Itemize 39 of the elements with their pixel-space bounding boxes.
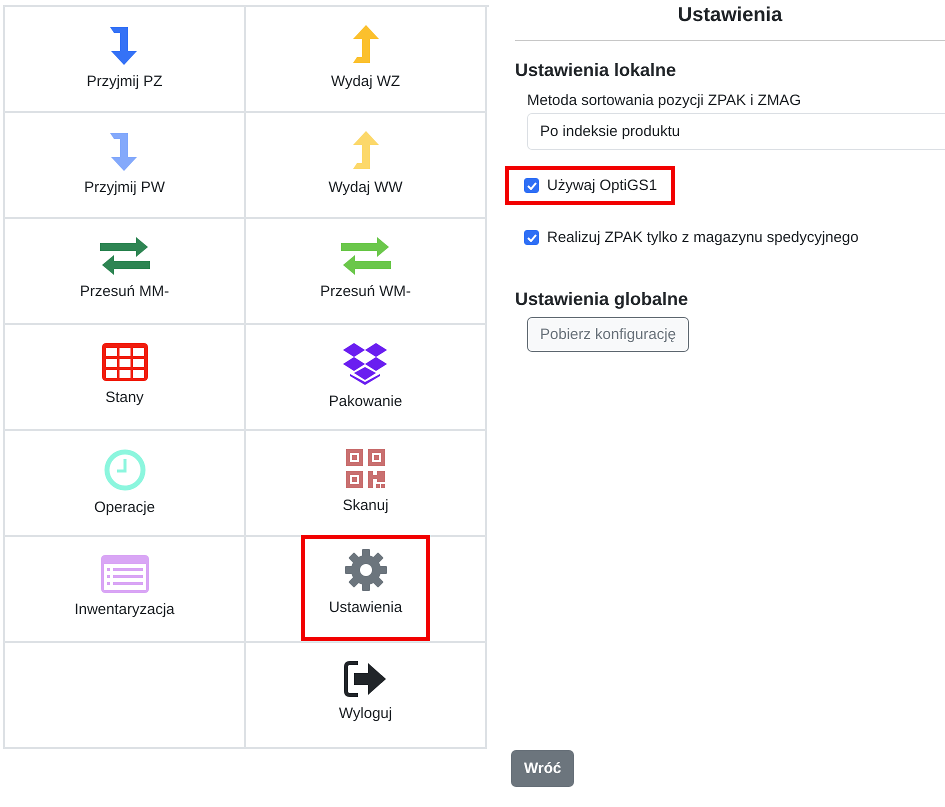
menu-tile[interactable]: Przesuń MM- bbox=[56, 219, 194, 323]
logout-icon bbox=[344, 661, 388, 697]
menu-tile[interactable]: Wydaj WZ bbox=[306, 7, 424, 111]
clock-icon bbox=[104, 449, 146, 491]
menu-tile[interactable]: Przesuń WM- bbox=[296, 219, 435, 323]
panel-title: Ustawienia bbox=[676, 4, 784, 27]
section-heading: Ustawienia lokalne bbox=[515, 60, 678, 81]
qr-code-icon bbox=[346, 449, 386, 489]
checkbox-row[interactable]: Używaj OptiGS1 bbox=[505, 166, 676, 205]
menu-tile[interactable]: Operacje bbox=[70, 431, 179, 535]
menu-tile[interactable]: Inwentaryzacja bbox=[50, 537, 199, 641]
table-icon bbox=[102, 343, 148, 381]
menu-tile[interactable]: Skanuj bbox=[318, 431, 412, 535]
menu-tile[interactable]: Przyjmij PZ bbox=[62, 7, 186, 111]
checkbox-row[interactable]: Realizuj ZPAK tylko z magazynu spedycyjnego bbox=[505, 218, 877, 257]
sort-select[interactable]: Po indeksie produktu bbox=[527, 113, 945, 150]
arrow-down-icon bbox=[110, 131, 138, 171]
swap-arrows-icon bbox=[340, 237, 390, 275]
menu-tile[interactable]: Pakowanie bbox=[304, 325, 426, 429]
menu-tile[interactable]: Wydaj WW bbox=[304, 113, 427, 217]
checkbox[interactable] bbox=[524, 230, 539, 245]
checkmark-icon bbox=[526, 234, 536, 242]
settings-icon bbox=[344, 549, 386, 591]
stacked-boxes-icon bbox=[342, 343, 388, 385]
menu-tile[interactable]: Wyloguj bbox=[314, 643, 416, 747]
fetch-config-button[interactable]: Pobierz konfigurację bbox=[527, 317, 689, 352]
field-label: Metoda sortowania pozycji ZPAK i ZMAG bbox=[527, 92, 801, 109]
checkbox[interactable] bbox=[524, 178, 539, 193]
arrow-down-icon bbox=[110, 25, 138, 65]
arrow-up-icon bbox=[352, 25, 380, 65]
menu-tile[interactable]: Przyjmij PW bbox=[60, 113, 189, 217]
arrow-up-icon bbox=[352, 131, 380, 171]
menu-tile[interactable]: Ustawienia bbox=[300, 535, 430, 641]
back-button[interactable]: Wróć bbox=[511, 750, 574, 787]
section-heading: Ustawienia globalne bbox=[515, 289, 690, 310]
list-icon bbox=[100, 555, 148, 593]
swap-arrows-icon bbox=[100, 237, 150, 275]
checkmark-icon bbox=[526, 182, 536, 190]
menu-tile[interactable]: Stany bbox=[78, 325, 172, 429]
